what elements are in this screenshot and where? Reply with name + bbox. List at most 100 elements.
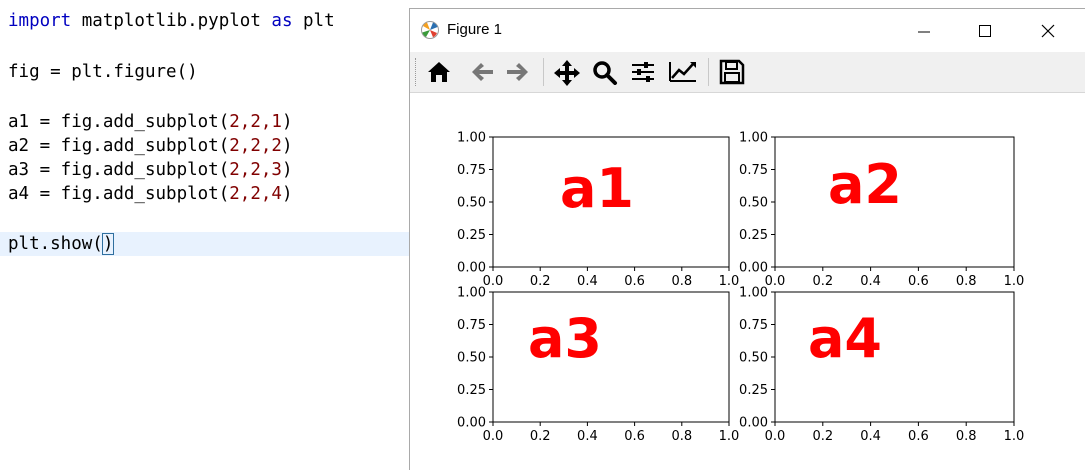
- x-tick-label: 0.4: [860, 274, 881, 289]
- code-args: 2,2,4: [229, 184, 282, 204]
- x-tick-label: 0.4: [577, 274, 598, 289]
- x-tick-label: 0.8: [671, 274, 692, 289]
- y-tick-label: 0.50: [457, 351, 486, 366]
- code-text: plt.show(: [8, 234, 103, 254]
- code-text: a4 = fig.add_subplot(: [8, 184, 230, 204]
- code-text: ): [281, 160, 293, 180]
- x-tick-label: 0.4: [860, 429, 881, 444]
- subplot-label-a1: a1: [560, 157, 634, 220]
- close-icon: [1041, 24, 1055, 38]
- subplot-a1: 0.000.250.500.751.000.0 0.2 0.4 0.6 0.8 1.0a1: [457, 131, 739, 290]
- y-tick-label: 0.25: [457, 383, 486, 398]
- x-tick-label: 0.6: [908, 429, 929, 444]
- y-tick-label: 1.00: [739, 131, 768, 146]
- code-text: fig = plt.figure(): [8, 62, 198, 82]
- code-line-a3[interactable]: a3 = fig.add_subplot(2,2,3): [8, 158, 293, 182]
- back-icon: [472, 63, 493, 81]
- code-text: ): [281, 184, 293, 204]
- y-tick-label: 0.50: [739, 196, 768, 211]
- customize-button[interactable]: [668, 59, 698, 87]
- code-args: 2,2,2: [229, 136, 282, 156]
- pan-button[interactable]: [552, 59, 582, 87]
- y-tick-label: 0.50: [457, 196, 486, 211]
- subplot-label-a3: a3: [528, 307, 602, 370]
- code-line-import[interactable]: import matplotlib.pyplot as plt: [8, 9, 335, 33]
- code-text: a1 = fig.add_subplot(: [8, 112, 230, 132]
- minimize-icon: [918, 31, 930, 33]
- code-line-show[interactable]: plt.show(): [0, 232, 410, 256]
- code-text: a2 = fig.add_subplot(: [8, 136, 230, 156]
- subplots-icon: [632, 62, 654, 82]
- subplot-label-a4: a4: [808, 307, 882, 370]
- code-editor[interactable]: import matplotlib.pyplot as plt fig = pl…: [0, 0, 410, 470]
- x-tick-label: 0.0: [765, 429, 786, 444]
- matplotlib-logo-icon: [421, 21, 439, 39]
- home-icon: [428, 62, 450, 82]
- y-tick-label: 0.00: [457, 261, 486, 276]
- customize-icon: [669, 62, 696, 82]
- x-tick-label: 0.0: [483, 429, 504, 444]
- keyword-import: import: [8, 11, 72, 31]
- code-line-a4[interactable]: a4 = fig.add_subplot(2,2,4): [8, 182, 293, 206]
- forward-button[interactable]: [503, 59, 533, 87]
- forward-icon: [507, 63, 528, 81]
- x-tick-label: 0.8: [956, 429, 977, 444]
- x-tick-label: 0.2: [530, 429, 551, 444]
- x-tick-label: 0.4: [577, 429, 598, 444]
- minimize-button[interactable]: [894, 9, 954, 52]
- close-button[interactable]: [1018, 9, 1078, 52]
- x-tick-label: 1.0: [1004, 429, 1025, 444]
- subplots-grid: 0.00 0.25 0.50 0.75 1.00 0.0 0.2 0.4 0.6 0.8 1.0 a1…: [457, 131, 1024, 445]
- y-tick-label: 0.00: [457, 416, 486, 431]
- code-text: matplotlib.pyplot: [71, 11, 272, 31]
- x-tick-label: 1.0: [719, 274, 740, 289]
- toolbar-separator: [708, 58, 709, 86]
- x-tick-label: 1.0: [1004, 274, 1025, 289]
- y-tick-label: 1.00: [457, 131, 486, 146]
- code-line-figure[interactable]: fig = plt.figure(): [8, 60, 198, 84]
- x-tick-label: 0.8: [671, 429, 692, 444]
- code-text: ): [281, 112, 293, 132]
- x-tick-label: 0.2: [812, 274, 833, 289]
- x-tick-label: 0.2: [530, 274, 551, 289]
- x-tick-label: 0.6: [624, 429, 645, 444]
- toolbar-grip[interactable]: [415, 58, 418, 86]
- toolbar-separator: [543, 58, 544, 86]
- zoom-button[interactable]: [590, 59, 620, 87]
- code-args: 2,2,1: [229, 112, 282, 132]
- navigation-toolbar: [410, 52, 1085, 93]
- subplot-a3: 0.00 0.25 0.50 0.75 1.00 0.0 0.2 0.4 0.6 0.8 1.0 a3: [457, 286, 739, 445]
- y-tick-label: 0.25: [457, 228, 486, 243]
- subplots-button[interactable]: [628, 59, 658, 87]
- code-text: a3 = fig.add_subplot(: [8, 160, 230, 180]
- x-tick-label: 0.8: [956, 274, 977, 289]
- y-tick-label: 0.75: [457, 163, 486, 178]
- code-line-a2[interactable]: a2 = fig.add_subplot(2,2,2): [8, 134, 293, 158]
- x-tick-label: 1.0: [719, 429, 740, 444]
- subplot-a2: 0.000.250.500.751.000.0 0.2 0.4 0.6 0.8 1.0a2: [739, 131, 1024, 290]
- code-text: plt: [292, 11, 335, 31]
- y-tick-label: 0.00: [739, 261, 768, 276]
- figure-window: Figure 1 0.00 0.25 0.50 0.75 1.00 0.0 0.…: [409, 8, 1085, 470]
- y-tick-label: 0.25: [739, 228, 768, 243]
- y-tick-label: 0.00: [739, 416, 768, 431]
- code-line-a1[interactable]: a1 = fig.add_subplot(2,2,1): [8, 110, 293, 134]
- window-title: Figure 1: [447, 21, 503, 38]
- subplot-a4: 0.00 0.25 0.50 0.75 1.00 0.0 0.2 0.4 0.6 0.8 1.0 a4: [739, 286, 1024, 445]
- keyword-as: as: [271, 11, 293, 31]
- back-button[interactable]: [467, 59, 497, 87]
- maximize-icon: [979, 25, 991, 37]
- home-button[interactable]: [424, 59, 454, 87]
- y-tick-label: 0.25: [739, 383, 768, 398]
- y-tick-label: 0.75: [739, 163, 768, 178]
- y-tick-label: 1.00: [457, 286, 486, 301]
- save-button[interactable]: [717, 59, 747, 87]
- x-tick-label: 0.2: [812, 429, 833, 444]
- pan-icon: [554, 60, 580, 86]
- title-bar[interactable]: Figure 1: [410, 9, 1085, 52]
- x-tick-label: 0.6: [624, 274, 645, 289]
- figure-canvas[interactable]: 0.00 0.25 0.50 0.75 1.00 0.0 0.2 0.4 0.6 0.8 1.0 a1…: [410, 93, 1085, 470]
- code-text: ): [281, 136, 293, 156]
- text-cursor: ): [101, 233, 115, 255]
- maximize-button[interactable]: [955, 9, 1015, 52]
